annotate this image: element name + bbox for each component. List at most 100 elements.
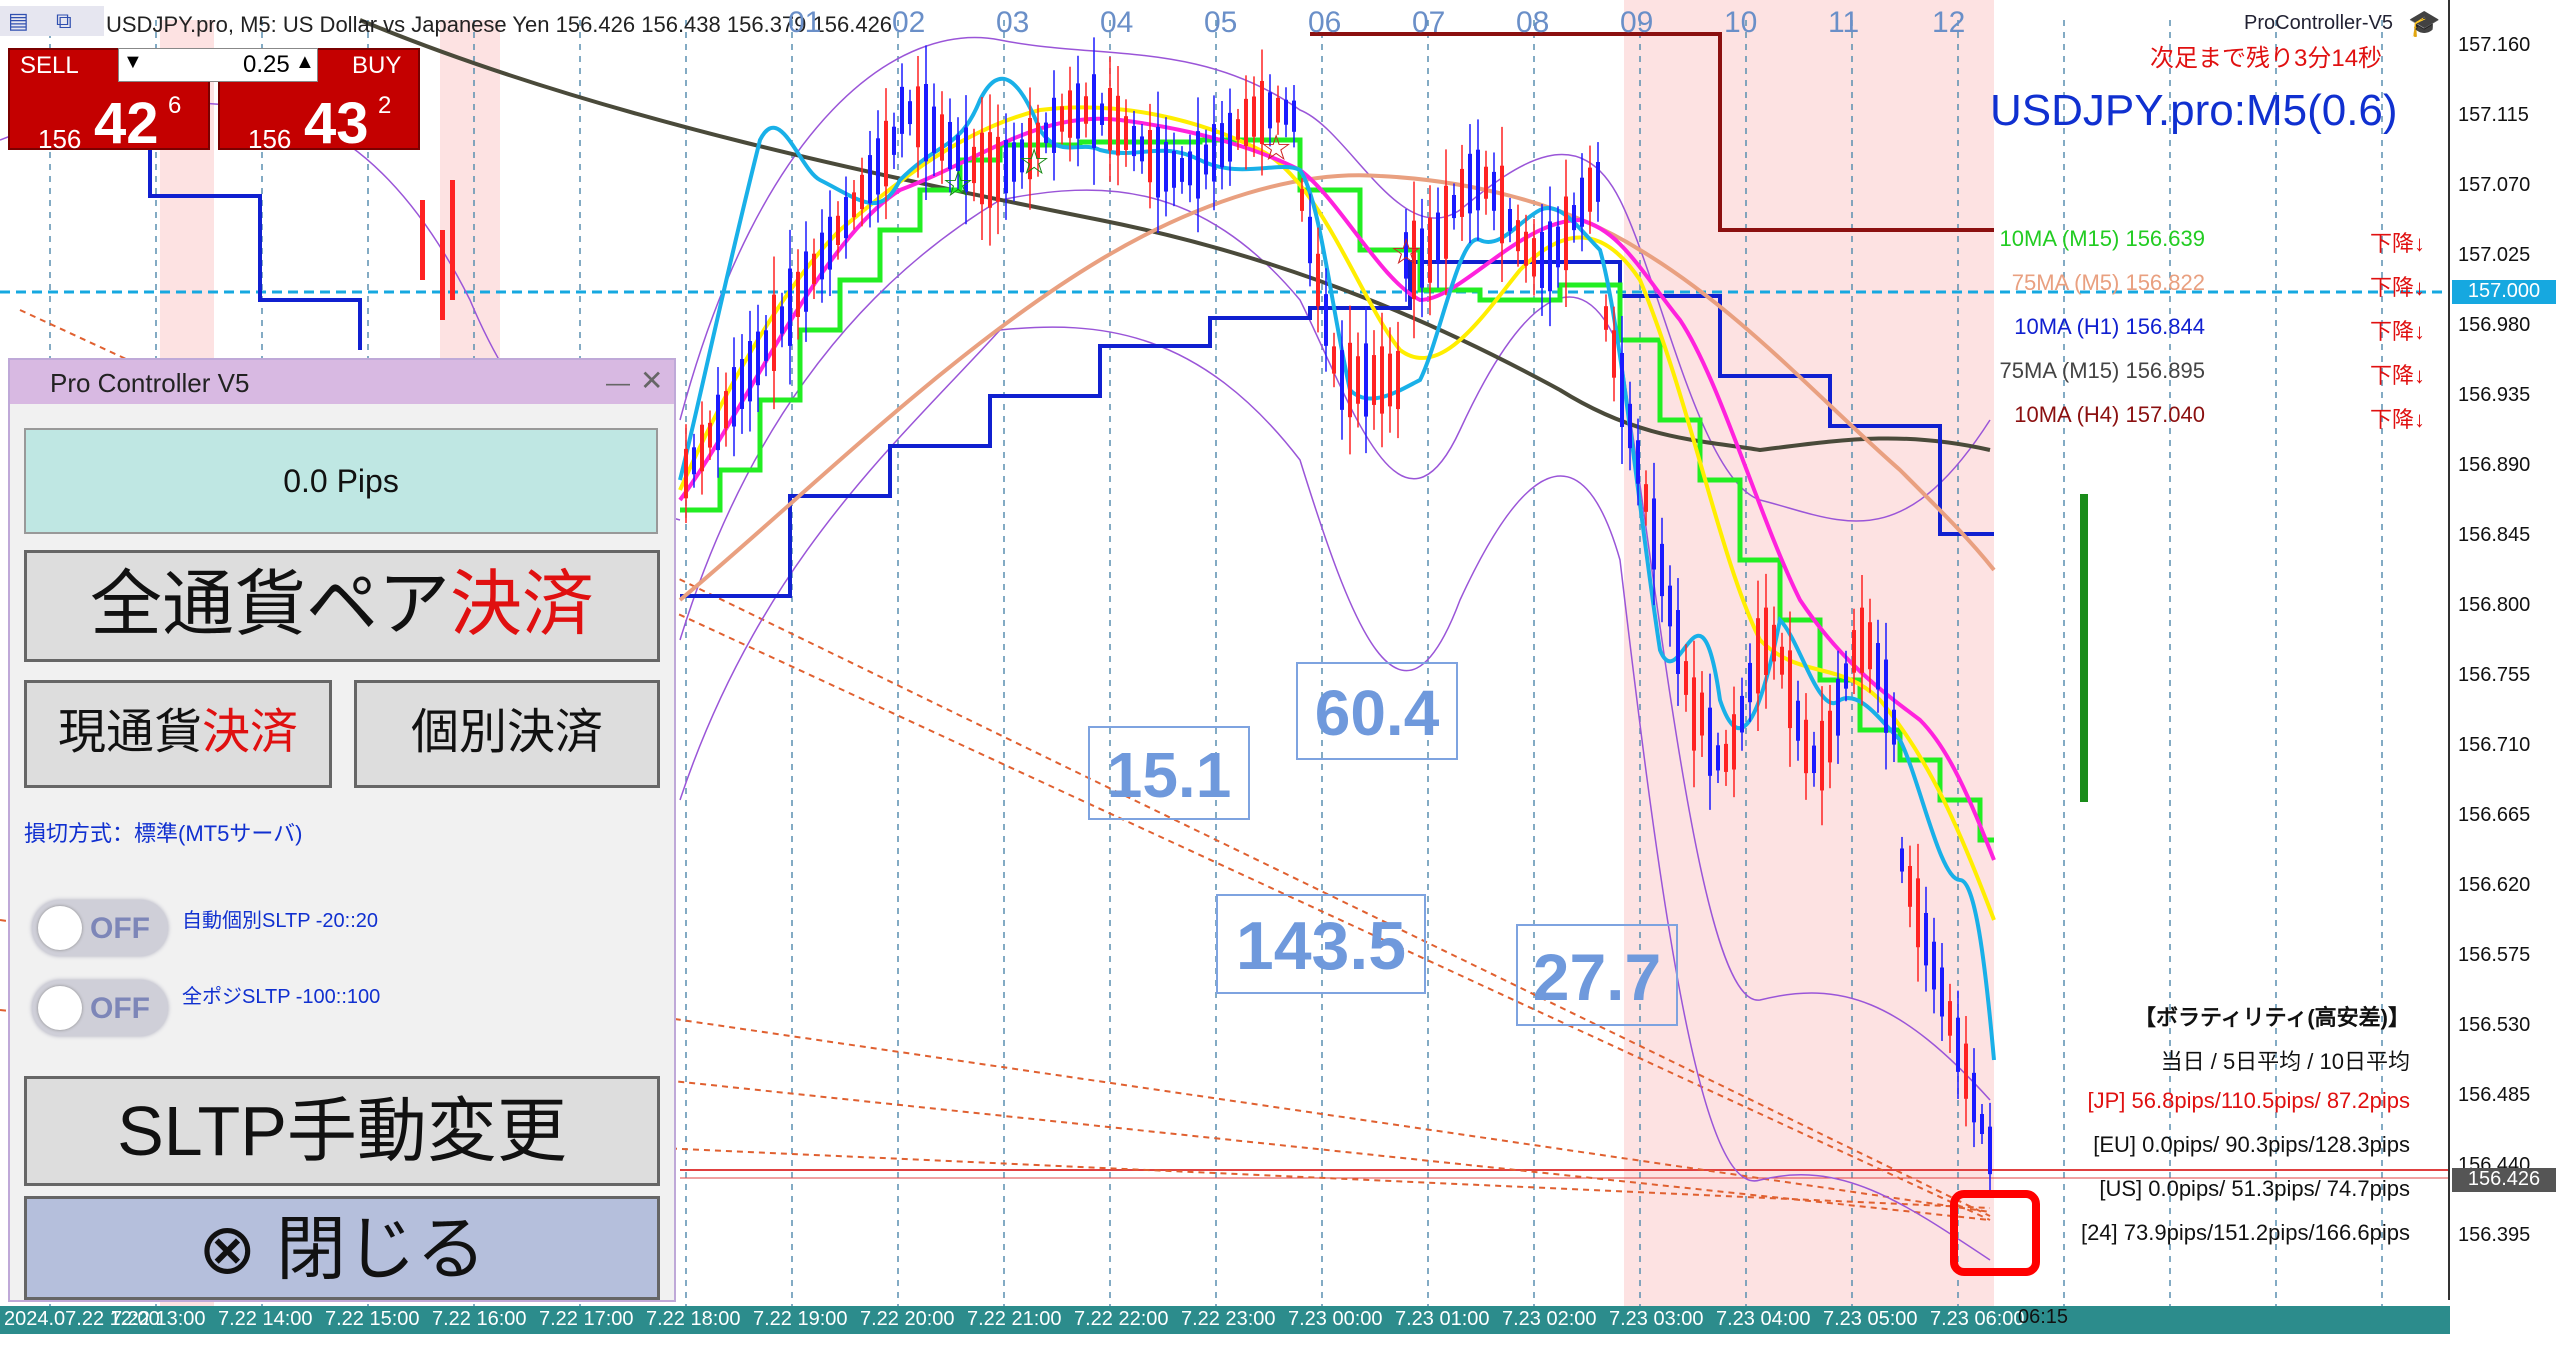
measure-box[interactable]: 60.4 [1296, 662, 1458, 760]
candle-body [804, 251, 808, 312]
candle-body [1132, 125, 1136, 157]
volatility-title: 【ボラティリティ(高安差)】 [2133, 1005, 2410, 1030]
candle-body [1772, 624, 1776, 662]
candle-body [1324, 294, 1328, 346]
chart-title: USDJPY.pro:M5(0.6) [1990, 86, 2398, 135]
lot-up-icon[interactable]: ▲ [295, 51, 315, 74]
manual-sltp-button[interactable]: SLTP手動変更 [24, 1076, 660, 1186]
chart-list-icon[interactable]: ▤ [8, 8, 29, 34]
time-tick: 7.23 01:00 [1395, 1308, 1490, 1330]
time-tick: 7.22 22:00 [1074, 1308, 1169, 1330]
price-tick: 156.665 [2458, 804, 2531, 826]
candle-body [1596, 161, 1600, 202]
candle-body [1588, 167, 1592, 212]
candle-body [820, 232, 824, 280]
candle-body [1180, 158, 1184, 182]
candle-body [1532, 238, 1536, 277]
auto-sltp-toggle[interactable]: OFF [32, 900, 168, 956]
hour-label: 05 [1204, 6, 1238, 39]
candle-body [1172, 150, 1176, 188]
candle-body [996, 136, 1000, 202]
hour-label: 11 [1828, 6, 1860, 39]
time-tick: 7.22 20:00 [860, 1308, 955, 1330]
price-axis[interactable]: 157.160 157.115 157.070 157.025 156.980 156.9… [2448, 0, 2560, 1300]
candle-body [1012, 142, 1016, 182]
price-tick: 156.530 [2458, 1014, 2531, 1036]
ma-label: 75MA (M5) 156.822 [2011, 270, 2205, 295]
price-tick: 157.025 [2458, 244, 2531, 266]
symbol-header: USDJPY.pro, M5: US Dollar vs Japanese Ye… [106, 12, 893, 37]
price-tick: 156.710 [2458, 734, 2531, 756]
buy-price-sup: 2 [378, 92, 392, 119]
candle-body [1676, 610, 1680, 674]
time-tick: 7.22 19:00 [753, 1308, 848, 1330]
candle-body [828, 216, 832, 270]
candle-body [772, 294, 776, 371]
measure-box[interactable]: 27.7 [1516, 924, 1678, 1026]
candle-body [1708, 707, 1712, 776]
time-tick: 7.22 23:00 [1181, 1308, 1276, 1330]
candle-body [1820, 720, 1824, 791]
hour-label: 08 [1516, 6, 1550, 39]
toggle1-state: OFF [90, 912, 150, 945]
candle-body [1452, 194, 1456, 219]
lot-stepper[interactable]: ▼ 0.25 ▲ [118, 48, 318, 82]
candle-body [868, 155, 872, 204]
close-icon[interactable]: ✕ [640, 364, 663, 397]
volatility-row: [EU] 0.0pips/ 90.3pips/128.3pips [2093, 1132, 2410, 1157]
all-pos-sltp-label: 全ポジSLTP -100::100 [182, 986, 381, 1008]
price-tick: 156.575 [2458, 944, 2531, 966]
candle-body [1316, 253, 1320, 307]
time-suffix: 06:15 [2018, 1306, 2069, 1328]
close-current-pair-button[interactable]: 現通貨決済 [24, 680, 332, 788]
close-cur-settle: 決済 [202, 706, 299, 759]
panel-titlebar[interactable]: Pro Controller V5 — ✕ [10, 360, 674, 404]
toggle-knob [38, 986, 82, 1030]
sell-price-small: 156 [38, 124, 82, 154]
candle-body [892, 126, 896, 155]
volatility-row: [24] 73.9pips/151.2pips/166.6pips [2080, 1220, 2410, 1245]
candle-body [836, 215, 840, 246]
candle-body [1732, 714, 1736, 770]
new-window-icon[interactable]: ⧉ [56, 8, 72, 34]
candle-body [1956, 1017, 1960, 1072]
close-all-pairs-button[interactable]: 全通貨ペア決済 [24, 550, 660, 662]
lot-down-icon[interactable]: ▼ [123, 51, 143, 74]
candle-body [1548, 221, 1552, 292]
all-pos-sltp-toggle[interactable]: OFF [32, 980, 168, 1036]
minimize-icon[interactable]: — [606, 370, 630, 398]
candle-body [1236, 119, 1240, 140]
candle-body [1924, 912, 1928, 966]
candle-body [764, 330, 768, 361]
measure-box[interactable]: 15.1 [1088, 726, 1250, 820]
candle-body [1660, 543, 1664, 597]
candle-body [1052, 97, 1056, 153]
candle-body [1380, 346, 1384, 414]
close-panel-button[interactable]: ⊗ 閉じる [24, 1196, 660, 1300]
toolbar-icons[interactable]: ▤ ⧉ [0, 6, 104, 36]
candle-body [908, 101, 912, 125]
price-tick: 156.620 [2458, 874, 2531, 896]
candle-body [1476, 149, 1480, 211]
candle-body [1860, 607, 1864, 673]
candle-body [740, 359, 744, 409]
candle-body [1244, 98, 1248, 146]
candle-body [1364, 343, 1368, 417]
candle-body [1228, 112, 1232, 162]
candle-body [1916, 878, 1920, 948]
measure-box[interactable]: 143.5 [1216, 894, 1426, 994]
candle-body [1612, 330, 1616, 378]
candle-body [780, 306, 784, 334]
candle-body [1156, 126, 1160, 198]
candle-body [1948, 1001, 1952, 1036]
time-axis[interactable]: 2024.07.22 12:00 7.22 13:00 7.22 14:00 7.22… [0, 1306, 2450, 1334]
close-individual-button[interactable]: 個別決済 [354, 680, 660, 788]
lot-value[interactable]: 0.25 [243, 51, 290, 79]
candle-body [940, 114, 944, 161]
sl-method-label: 損切方式：標準(MT5サーバ) [24, 821, 303, 846]
candle-body [1500, 165, 1504, 244]
candle-body [1116, 95, 1120, 156]
candle-body [1652, 498, 1656, 570]
candle-body [1004, 139, 1008, 194]
time-tick: 7.22 16:00 [432, 1308, 527, 1330]
